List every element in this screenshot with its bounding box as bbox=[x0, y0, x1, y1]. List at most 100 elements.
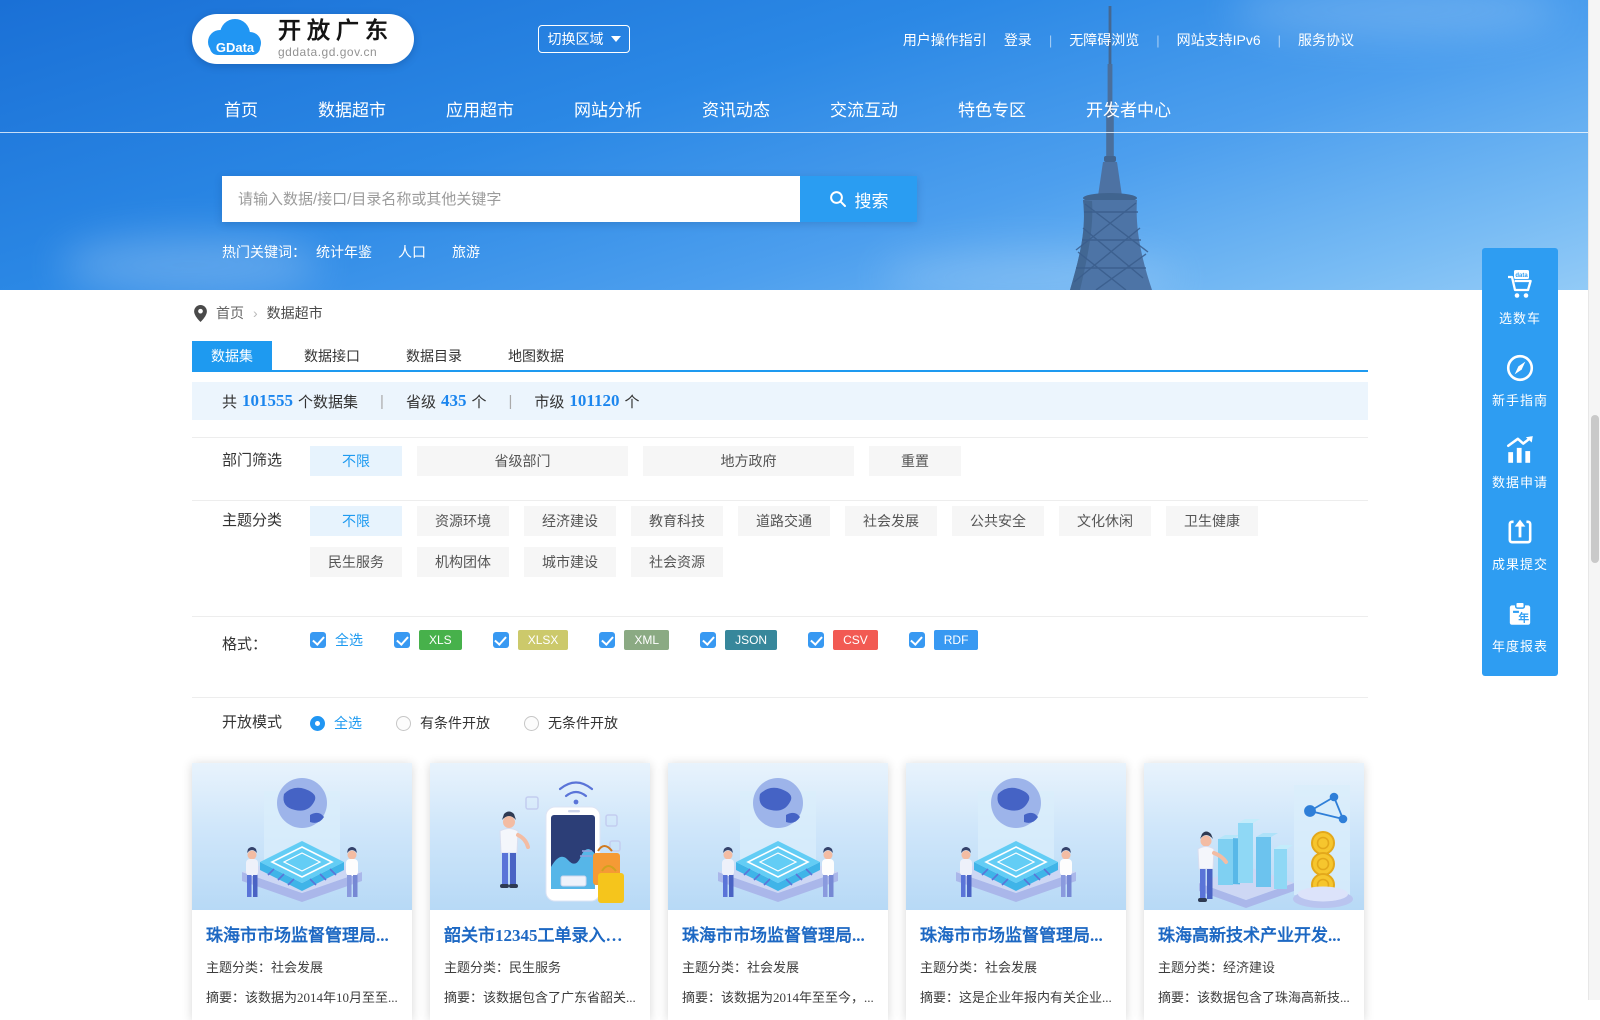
compass-icon bbox=[1506, 354, 1534, 382]
checkbox-csv[interactable] bbox=[808, 632, 825, 648]
float-item-data-apply[interactable]: 数据申请 bbox=[1482, 422, 1558, 504]
globe-chip-illustration bbox=[956, 778, 1076, 902]
format-chip-rdf[interactable]: RDF bbox=[933, 630, 979, 650]
topic-filter[interactable]: 文化休闲 bbox=[1059, 506, 1151, 536]
link-login[interactable]: 登录 bbox=[1004, 30, 1032, 50]
dataset-card[interactable]: 珠海高新技术产业开发... 主题分类：经济建设 摘要：该数据包含了珠海高新技..… bbox=[1144, 763, 1364, 1020]
float-item-label: 数据申请 bbox=[1491, 475, 1548, 490]
topic-filter[interactable]: 城市建设 bbox=[524, 547, 616, 577]
float-item-data-cart[interactable]: data 选数车 bbox=[1482, 256, 1558, 340]
checkbox-rdf[interactable] bbox=[908, 632, 925, 648]
filter-row-format: 格式： 全选 XLS XLSX XML JSON CSV RDF bbox=[192, 616, 1368, 697]
topic-filter[interactable]: 教育科技 bbox=[631, 506, 723, 536]
radio-icon bbox=[396, 715, 411, 731]
nav-item-data-market[interactable]: 数据超市 bbox=[318, 96, 386, 121]
region-switch-label: 切换区域 bbox=[547, 31, 604, 47]
link-ipv6[interactable]: 网站支持IPv6 bbox=[1177, 30, 1261, 50]
svg-text:data: data bbox=[1515, 273, 1528, 279]
search-icon bbox=[829, 191, 846, 207]
checkbox-xml[interactable] bbox=[599, 632, 616, 648]
checkbox-json[interactable] bbox=[700, 632, 717, 648]
tab-data-catalog[interactable]: 数据目录 bbox=[392, 341, 476, 372]
filter-label-topic: 主题分类 bbox=[222, 512, 283, 529]
dept-filter-local-gov[interactable]: 地方政府 bbox=[643, 446, 854, 476]
topic-filter[interactable]: 资源环境 bbox=[417, 506, 509, 536]
open-mode-all[interactable]: 全选 bbox=[310, 708, 362, 738]
region-switch-button[interactable]: 切换区域 bbox=[538, 25, 630, 53]
breadcrumb-home[interactable]: 首页 bbox=[216, 303, 244, 323]
float-item-annual-report[interactable]: 年 年度报表 bbox=[1482, 586, 1558, 668]
site-logo[interactable]: GData 开放广东 gddata.gd.gov.cn bbox=[192, 14, 414, 64]
topic-filter[interactable]: 机构团体 bbox=[417, 547, 509, 577]
search-button[interactable]: 搜索 bbox=[800, 176, 917, 222]
nav-item-home[interactable]: 首页 bbox=[224, 96, 258, 121]
hot-keyword[interactable]: 旅游 bbox=[452, 242, 480, 262]
topic-filter[interactable]: 公共安全 bbox=[952, 506, 1044, 536]
breadcrumb-current: 数据超市 bbox=[266, 305, 323, 321]
format-chip-xls[interactable]: XLS bbox=[419, 630, 462, 650]
nav-item-news[interactable]: 资讯动态 bbox=[702, 96, 770, 121]
breadcrumb-separator: › bbox=[253, 305, 258, 321]
dataset-card[interactable]: 珠海市市场监督管理局... 主题分类：社会发展 摘要：该数据为2014年10月至… bbox=[192, 763, 412, 1020]
scrollbar-thumb[interactable] bbox=[1591, 415, 1599, 563]
checkbox-xls[interactable] bbox=[394, 632, 410, 648]
topic-filter[interactable]: 经济建设 bbox=[524, 506, 616, 536]
format-select-all-label[interactable]: 全选 bbox=[335, 630, 363, 650]
dataset-card[interactable]: 韶关市12345工单录入信息 主题分类：民生服务 摘要：该数据包含了广东省韶关.… bbox=[430, 763, 650, 1020]
hero-banner: GData 开放广东 gddata.gd.gov.cn 切换区域 用户操作指引 … bbox=[0, 0, 1600, 290]
logo-text: 开放广东 gddata.gd.gov.cn bbox=[278, 19, 394, 60]
reset-button[interactable]: 重置 bbox=[869, 446, 961, 476]
topic-filter[interactable]: 不限 bbox=[310, 506, 402, 536]
bars-coins-illustration bbox=[1197, 785, 1353, 908]
nav-item-special-zone[interactable]: 特色专区 bbox=[958, 96, 1026, 121]
link-service-agreement[interactable]: 服务协议 bbox=[1298, 30, 1354, 50]
dataset-title[interactable]: 珠海市市场监督管理局... bbox=[206, 921, 398, 946]
nav-item-site-analytics[interactable]: 网站分析 bbox=[574, 96, 642, 121]
checkbox-xlsx[interactable] bbox=[492, 632, 509, 648]
tab-map-data[interactable]: 地图数据 bbox=[494, 341, 578, 372]
hot-keyword[interactable]: 统计年鉴 bbox=[316, 242, 372, 262]
topic-filter[interactable]: 社会资源 bbox=[631, 547, 723, 577]
topic-filter[interactable]: 社会发展 bbox=[845, 506, 937, 536]
dataset-title[interactable]: 韶关市12345工单录入信息 bbox=[444, 921, 636, 946]
tab-data-api[interactable]: 数据接口 bbox=[290, 341, 374, 372]
format-chip-xlsx[interactable]: XLSX bbox=[517, 630, 569, 650]
dataset-card[interactable]: 珠海市市场监督管理局... 主题分类：社会发展 摘要：该数据为2014年至至今，… bbox=[668, 763, 888, 1020]
breadcrumb: 首页 › 数据超市 bbox=[194, 303, 323, 323]
nav-item-app-market[interactable]: 应用超市 bbox=[446, 96, 514, 121]
tab-datasets[interactable]: 数据集 bbox=[192, 341, 272, 372]
dataset-title[interactable]: 珠海市市场监督管理局... bbox=[682, 921, 874, 946]
dataset-title[interactable]: 珠海市市场监督管理局... bbox=[920, 921, 1112, 946]
float-item-result-submit[interactable]: 成果提交 bbox=[1482, 504, 1558, 586]
hot-keyword[interactable]: 人口 bbox=[398, 242, 426, 262]
search-input[interactable] bbox=[222, 176, 800, 222]
nav-item-developer-center[interactable]: 开发者中心 bbox=[1086, 96, 1171, 121]
topic-filter[interactable]: 道路交通 bbox=[738, 506, 830, 536]
stats-divider: | bbox=[380, 392, 384, 410]
checkbox-select-all[interactable] bbox=[310, 632, 326, 648]
open-mode-unconditional[interactable]: 无条件开放 bbox=[524, 708, 618, 738]
float-item-beginner-guide[interactable]: 新手指南 bbox=[1482, 340, 1558, 422]
dept-filter-unlimited[interactable]: 不限 bbox=[310, 446, 402, 476]
dept-filter-provincial[interactable]: 省级部门 bbox=[417, 446, 628, 476]
format-chip-csv[interactable]: CSV bbox=[833, 630, 878, 650]
category-label: 主题分类： bbox=[206, 960, 272, 975]
link-accessibility[interactable]: 无障碍浏览 bbox=[1069, 30, 1139, 50]
filter-panel: 部门筛选 不限 省级部门 地方政府 重置 主题分类 不限 资源环境 经济建设 教… bbox=[192, 437, 1368, 773]
open-mode-unconditional-label: 无条件开放 bbox=[548, 715, 618, 731]
radio-selected-icon bbox=[310, 715, 325, 731]
page-scrollbar[interactable] bbox=[1588, 0, 1600, 1000]
dataset-title[interactable]: 珠海高新技术产业开发... bbox=[1158, 921, 1350, 946]
stats-city-value: 101120 bbox=[569, 391, 620, 410]
dataset-card[interactable]: 珠海市市场监督管理局... 主题分类：社会发展 摘要：这是企业年报内有关企业..… bbox=[906, 763, 1126, 1020]
format-chip-json[interactable]: JSON bbox=[725, 630, 778, 650]
summary-value: 该数据包含了珠海高新技... bbox=[1197, 990, 1350, 1005]
format-chip-xml[interactable]: XML bbox=[624, 630, 670, 650]
topic-filter[interactable]: 民生服务 bbox=[310, 547, 402, 577]
nav-item-interaction[interactable]: 交流互动 bbox=[830, 96, 898, 121]
topic-filter[interactable]: 卫生健康 bbox=[1166, 506, 1258, 536]
stats-province-value: 435 bbox=[440, 391, 467, 410]
open-mode-conditional[interactable]: 有条件开放 bbox=[396, 708, 490, 738]
filter-label-open-mode: 开放模式 bbox=[222, 714, 283, 731]
link-user-guide[interactable]: 用户操作指引 bbox=[903, 30, 987, 50]
